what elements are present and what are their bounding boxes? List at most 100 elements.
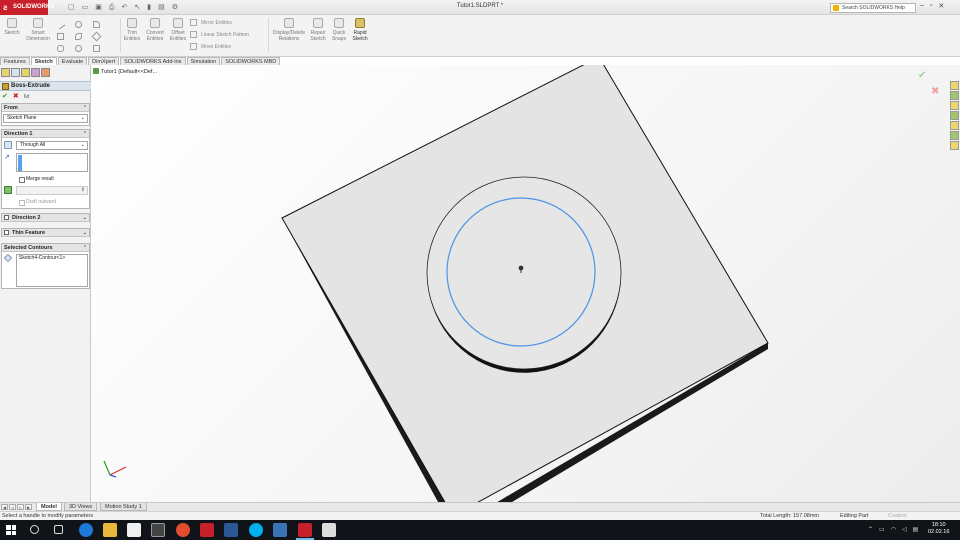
tab-model[interactable]: Model — [36, 503, 62, 511]
tab-addins[interactable]: SOLIDWORKS Add-Ins — [120, 57, 186, 65]
property-manager-icon[interactable] — [11, 68, 20, 77]
display-delete-relations-button[interactable]: Display/Delete Relations — [270, 18, 308, 42]
appearances-icon[interactable] — [950, 121, 959, 130]
notifications-icon[interactable]: ▤ — [913, 526, 919, 533]
minimize-icon[interactable]: – — [920, 2, 924, 10]
skype-icon[interactable] — [249, 523, 263, 537]
close-icon[interactable]: ✕ — [938, 2, 944, 10]
graphics-area[interactable]: Tutor1 (Default<<Def... ✔ ✖ — [92, 65, 960, 502]
fillet-icon[interactable] — [75, 45, 82, 52]
confirm-cancel-icon[interactable]: ✖ — [931, 86, 939, 98]
sketch-button[interactable]: Sketch — [2, 18, 22, 36]
thin-feature-checkbox[interactable] — [4, 230, 9, 235]
help-search-input[interactable]: Search SOLIDWORKS Help — [830, 3, 916, 13]
from-header[interactable]: From ⌃ — [2, 104, 89, 112]
end-condition-value: Through All — [20, 142, 46, 148]
line-icon[interactable] — [55, 19, 66, 30]
app2-icon[interactable] — [322, 523, 336, 537]
spline-icon[interactable] — [93, 21, 100, 28]
first-tab-icon[interactable]: ◀ — [1, 504, 8, 510]
battery-icon[interactable]: ▭ — [879, 526, 885, 533]
view-palette-icon[interactable] — [950, 111, 959, 120]
next-tab-icon[interactable]: ▷ — [17, 504, 24, 510]
polygon-icon[interactable] — [91, 31, 102, 42]
draft-angle-input[interactable]: ⇕ — [16, 186, 88, 195]
tab-sketch[interactable]: Sketch — [30, 57, 57, 65]
from-select[interactable]: Sketch Plane ⌄ — [3, 114, 88, 123]
model-viewport[interactable] — [92, 65, 960, 502]
circle-icon[interactable] — [75, 21, 82, 28]
mirror-entities-button[interactable]: Mirror Entities — [190, 19, 232, 26]
search-icon[interactable] — [30, 525, 39, 534]
collapse-icon: ⌃ — [82, 245, 87, 251]
task-view-icon[interactable] — [54, 525, 63, 534]
cancel-button[interactable]: ✖ — [13, 93, 19, 101]
tab-dimxpert[interactable]: DimXpert — [88, 57, 120, 65]
detailed-preview-button[interactable]: 6d — [24, 93, 30, 101]
trim-entities-button[interactable]: Trim Entities — [122, 18, 142, 42]
edge-browser-icon[interactable] — [79, 523, 93, 537]
word-icon[interactable] — [224, 523, 238, 537]
contour-list-item[interactable]: Sketch4-Contour<1> — [19, 255, 65, 261]
direction1-header[interactable]: Direction 1 ⌃ — [2, 130, 89, 138]
file-explorer-icon[interactable] — [103, 523, 117, 537]
confirm-ok-icon[interactable]: ✔ — [918, 70, 926, 81]
display-manager-icon[interactable] — [41, 68, 50, 77]
chrome-icon[interactable] — [176, 523, 190, 537]
direction-selection-box[interactable] — [16, 153, 88, 172]
dimxpert-manager-icon[interactable] — [31, 68, 40, 77]
restore-icon[interactable]: ▫ — [930, 2, 932, 10]
rapid-sketch-button[interactable]: Rapid Sketch — [349, 18, 371, 42]
tab-3d-views[interactable]: 3D Views — [64, 503, 98, 511]
tab-motion-study[interactable]: Motion Study 1 — [100, 503, 147, 511]
center-handle[interactable] — [518, 265, 524, 271]
plane-icon[interactable] — [93, 45, 100, 52]
resources-icon[interactable] — [950, 81, 959, 90]
show-hidden-icon[interactable]: ⌃ — [868, 526, 873, 533]
model-tabs-bar: ◀ ◁ ▷ ▶ Model 3D Views Motion Study 1 — [0, 502, 960, 511]
repair-sketch-button[interactable]: Repair Sketch — [308, 18, 328, 42]
selected-contours-list[interactable]: Sketch4-Contour<1> — [16, 254, 88, 287]
prev-tab-icon[interactable]: ◁ — [9, 504, 16, 510]
draft-outward-checkbox[interactable]: Draft outward — [19, 199, 56, 206]
app-icon[interactable] — [273, 523, 287, 537]
last-tab-icon[interactable]: ▶ — [25, 504, 32, 510]
tab-features[interactable]: Features — [0, 57, 30, 65]
network-icon[interactable]: ◠ — [891, 526, 896, 533]
volume-icon[interactable]: ◁ — [902, 526, 907, 533]
tab-simulation[interactable]: Simulation — [186, 57, 221, 65]
configuration-manager-icon[interactable] — [21, 68, 30, 77]
camera-icon[interactable] — [151, 523, 165, 537]
arc-icon[interactable] — [75, 33, 82, 40]
selected-contours-header[interactable]: Selected Contours ⌃ — [2, 244, 89, 252]
direction2-checkbox[interactable] — [4, 215, 9, 220]
offset-entities-button[interactable]: Offset Entities — [167, 18, 189, 42]
rectangle-icon[interactable] — [57, 33, 64, 40]
feature-tree-icon[interactable] — [1, 68, 10, 77]
taskbar-clock[interactable]: 18:10 02.02.16 — [928, 522, 949, 536]
quick-snaps-button[interactable]: Quick Snaps — [329, 18, 349, 42]
ok-button[interactable]: ✔ — [2, 93, 8, 101]
file-explorer-icon[interactable] — [950, 101, 959, 110]
thin-feature-header[interactable]: Thin Feature ⌄ — [2, 229, 89, 237]
store-icon[interactable] — [127, 523, 141, 537]
solidworks-app-icon[interactable] — [298, 523, 312, 537]
windows-start-icon[interactable] — [6, 525, 16, 535]
boss-top-face[interactable] — [426, 176, 622, 370]
design-library-icon[interactable] — [950, 91, 959, 100]
tab-evaluate[interactable]: Evaluate — [57, 57, 88, 65]
unit-system-selector[interactable]: Custom — [888, 512, 907, 520]
solidworks-launcher-icon[interactable] — [200, 523, 214, 537]
smart-dimension-button[interactable]: Smart Dimension — [23, 18, 53, 42]
merge-result-checkbox[interactable]: Merge result — [19, 176, 54, 183]
convert-entities-button[interactable]: Convert Entities — [143, 18, 167, 42]
slot-icon[interactable] — [57, 45, 64, 52]
direction2-header[interactable]: Direction 2 ⌄ — [2, 214, 89, 222]
custom-properties-icon[interactable] — [950, 131, 959, 140]
reverse-direction-icon[interactable] — [4, 141, 12, 149]
move-entities-button[interactable]: Move Entities — [190, 43, 231, 50]
linear-sketch-pattern-button[interactable]: Linear Sketch Pattern — [190, 31, 249, 38]
tab-mbd[interactable]: SOLIDWORKS MBD — [221, 57, 281, 65]
solidworks-forum-icon[interactable] — [950, 141, 959, 150]
end-condition-select[interactable]: Through All ⌄ — [16, 141, 88, 150]
